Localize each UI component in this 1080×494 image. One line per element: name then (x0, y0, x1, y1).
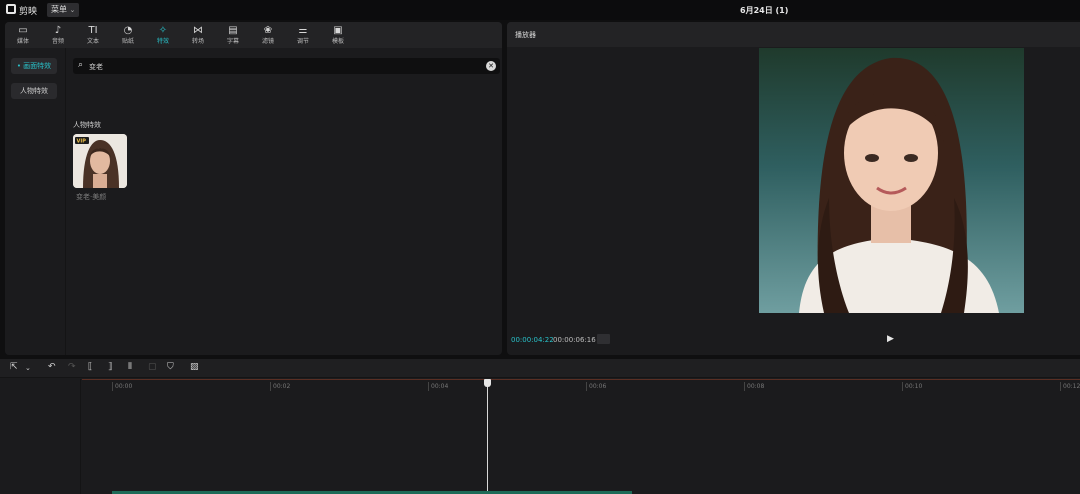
document-title: 6月24日 (1) (740, 6, 789, 15)
ruler-tick: 00:10 (902, 382, 922, 391)
play-button[interactable]: ▶ (887, 334, 894, 344)
tab-label: 媒体 (16, 38, 29, 45)
player-header: 播放器 (507, 22, 1080, 47)
effect-preview-image: VIP (73, 134, 127, 188)
aspect-ratio-icon[interactable] (597, 334, 610, 344)
tab-label: 字幕 (226, 38, 239, 45)
menu-button[interactable]: 菜单 ⌄ (47, 3, 80, 17)
shield-icon[interactable]: ⛉ (167, 362, 174, 372)
split-left-icon[interactable]: ⟧ (108, 362, 112, 372)
timeline-panel: ⇱ ⌄ ↶ ↷ ⟦ ⟧ ⦀ ▢ ⛉ ▨ 00:00 00:02 00:04 00… (0, 359, 1080, 494)
vip-badge: VIP (77, 139, 87, 145)
track-header-column (5, 379, 81, 494)
playhead-line[interactable] (487, 379, 488, 494)
player-title: 播放器 (515, 31, 536, 39)
select-tool-icon[interactable]: ⇱ (10, 362, 18, 372)
app-name: 剪映 (19, 7, 38, 17)
effects-sidebar: • 画面特效 人物特效 (5, 48, 66, 355)
tab-label: 文本 (86, 38, 99, 45)
undo-icon[interactable]: ↶ (48, 362, 56, 372)
ruler-tick: 00:02 (270, 382, 290, 391)
playhead-handle[interactable] (484, 379, 491, 387)
tab-audio[interactable]: ♪ 音频 (43, 24, 73, 48)
total-time: 00:00:06:16 (553, 336, 596, 344)
player-panel: 播放器 00:00:04:22 00:00:06:16 ▶ (507, 22, 1080, 355)
delete-icon[interactable]: ▢ (148, 362, 157, 372)
sticker-icon: ◔ (123, 25, 133, 36)
search-icon: ⌕ (78, 60, 84, 70)
chevron-down-icon[interactable]: ⌄ (25, 364, 31, 372)
caption-icon: ▤ (228, 25, 238, 36)
tab-template[interactable]: ▣ 模板 (323, 24, 353, 48)
tab-sticker[interactable]: ◔ 贴纸 (113, 24, 143, 48)
tab-media[interactable]: ▭ 媒体 (8, 24, 38, 48)
adjust-icon: ⚌ (298, 25, 308, 36)
timeline-toolbar: ⇱ ⌄ ↶ ↷ ⟦ ⟧ ⦀ ▢ ⛉ ▨ (0, 359, 1080, 378)
effect-thumbnail[interactable]: VIP (73, 134, 127, 188)
tab-adjust[interactable]: ⚌ 调节 (288, 24, 318, 48)
preview-frame-image (759, 48, 1024, 313)
section-heading: 人物特效 (73, 121, 101, 129)
tab-caption[interactable]: ▤ 字幕 (218, 24, 248, 48)
filter-icon: ❀ (263, 25, 273, 36)
search-value: 变老 (89, 63, 103, 71)
search-input[interactable]: ⌕ 变老 ✕ (73, 58, 500, 74)
tab-transition[interactable]: ⋈ 转场 (183, 24, 213, 48)
ruler-tick: 00:06 (586, 382, 606, 391)
transition-icon: ⋈ (193, 25, 203, 36)
ruler-tick: 00:08 (744, 382, 764, 391)
tab-label: 模板 (331, 38, 344, 45)
clear-search-icon[interactable]: ✕ (486, 61, 496, 71)
sidebar-item-scene-effects[interactable]: • 画面特效 (11, 58, 57, 74)
sidebar-item-person-effects[interactable]: 人物特效 (11, 83, 57, 99)
effect-name: 变老·美颜 (76, 193, 107, 201)
template-icon: ▣ (333, 25, 343, 36)
tab-label: 贴纸 (121, 38, 134, 45)
tab-label: 调节 (296, 38, 309, 45)
category-toolbar: ▭ 媒体 ♪ 音频 TI 文本 ◔ 贴纸 ✧ 特效 ⋈ 转场 ▤ 字幕 ❀ 滤镜 ⚌ 调节 ▣ 模板 (5, 22, 502, 48)
effects-content: ⌕ 变老 ✕ 人物特效 VIP 变老·美颜 (67, 48, 502, 355)
audio-icon: ♪ (54, 25, 62, 36)
split-right-icon[interactable]: ⦀ (128, 362, 132, 372)
tab-label: 滤镜 (261, 38, 274, 45)
tab-label: 特效 (156, 38, 169, 45)
current-time: 00:00:04:22 (511, 336, 554, 344)
menu-label: 菜单 (51, 5, 67, 14)
chevron-down-icon: ⌄ (69, 6, 76, 14)
tab-label: 转场 (191, 38, 204, 45)
text-icon: TI (88, 25, 98, 36)
tab-label: 音频 (51, 38, 64, 45)
redo-icon[interactable]: ↷ (68, 362, 76, 372)
ruler-tick: 00:12 (1060, 382, 1080, 391)
ruler-tick: 00:00 (112, 382, 132, 391)
tab-text[interactable]: TI 文本 (78, 24, 108, 48)
effects-icon: ✧ (158, 25, 168, 36)
time-ruler[interactable]: 00:00 00:02 00:04 00:06 00:08 00:10 00:1… (82, 379, 1080, 391)
ruler-tick: 00:04 (428, 382, 448, 391)
tab-filter[interactable]: ❀ 滤镜 (253, 24, 283, 48)
material-panel: ▭ 媒体 ♪ 音频 TI 文本 ◔ 贴纸 ✧ 特效 ⋈ 转场 ▤ 字幕 ❀ 滤镜 ⚌ 调节 ▣ 模板… (5, 22, 502, 355)
app-logo-icon (6, 4, 16, 14)
video-preview[interactable] (759, 48, 1024, 313)
tab-effects[interactable]: ✧ 特效 (148, 24, 178, 48)
image-icon[interactable]: ▨ (190, 362, 199, 372)
title-bar: 剪映 菜单 ⌄ 6月24日 (1) (0, 0, 1080, 20)
media-icon: ▭ (18, 25, 28, 36)
split-icon[interactable]: ⟦ (88, 362, 92, 372)
